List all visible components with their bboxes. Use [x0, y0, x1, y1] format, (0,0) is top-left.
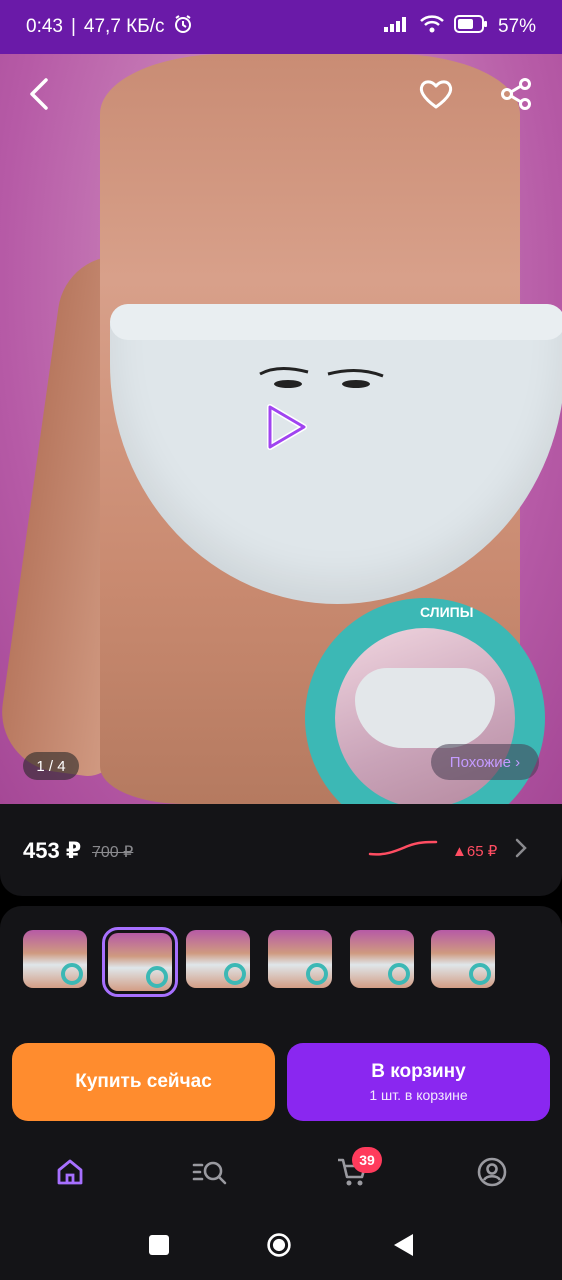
share-icon	[499, 77, 533, 116]
heart-icon	[418, 78, 454, 115]
status-time: 0:43	[26, 16, 63, 37]
badge-text: СЛИПЫ	[420, 604, 474, 620]
thumbnail[interactable]	[186, 930, 250, 988]
current-price: 453 ₽	[23, 838, 82, 863]
cart-count-badge: 39	[352, 1147, 382, 1173]
status-right: 57%	[383, 15, 536, 39]
image-counter: 1 / 4	[23, 752, 79, 780]
thumbnail-badge	[388, 963, 410, 985]
image-waistband	[110, 304, 562, 340]
home-icon	[55, 1157, 85, 1192]
battery-icon	[453, 15, 488, 39]
catalog-search-icon	[192, 1157, 228, 1192]
thumbnail-badge	[146, 966, 168, 988]
thumbnail[interactable]	[268, 930, 332, 988]
status-speed: 47,7 КБ/с	[83, 16, 165, 37]
status-separator: |	[70, 16, 76, 37]
thumbnail[interactable]	[23, 930, 87, 988]
profile-icon	[477, 1157, 507, 1192]
badge-brief	[355, 668, 495, 748]
battery-percent: 57%	[497, 16, 536, 37]
recents-icon[interactable]	[146, 1232, 172, 1258]
chevron-left-icon	[26, 77, 54, 116]
old-price: 700 ₽	[92, 844, 134, 861]
favorite-button[interactable]	[416, 76, 456, 116]
add-to-cart-label: В корзину	[371, 1061, 466, 1082]
add-to-cart-button[interactable]: В корзину 1 шт. в корзине	[287, 1043, 550, 1121]
thumbnail[interactable]	[431, 930, 495, 988]
chevron-right-icon[interactable]	[514, 838, 528, 864]
home-circle-icon[interactable]	[266, 1232, 292, 1258]
thumbnail-selected[interactable]	[102, 927, 178, 997]
status-bar: 0:43 | 47,7 КБ/с 57%	[0, 0, 562, 54]
alarm-icon	[173, 14, 193, 40]
status-left: 0:43 | 47,7 КБ/с	[26, 14, 193, 40]
similar-button[interactable]: Похожие ›	[431, 744, 539, 780]
back-button[interactable]	[20, 76, 60, 116]
play-icon[interactable]	[262, 403, 312, 453]
signal-icon	[383, 16, 410, 38]
price-trend-chart	[368, 840, 438, 856]
thumbnail-badge	[224, 963, 246, 985]
face-drawing	[259, 367, 384, 388]
nav-home[interactable]	[50, 1154, 90, 1194]
back-triangle-icon[interactable]	[390, 1232, 416, 1258]
wifi-icon	[420, 15, 444, 39]
nav-profile[interactable]	[472, 1154, 512, 1194]
price-delta: ▲65 ₽	[452, 843, 498, 860]
buy-now-button[interactable]: Купить сейчас	[12, 1043, 275, 1121]
thumbnail-badge	[306, 963, 328, 985]
thumbnail[interactable]	[350, 930, 414, 988]
share-button[interactable]	[496, 76, 536, 116]
nav-catalog[interactable]	[190, 1154, 230, 1194]
thumbnail-badge	[61, 963, 83, 985]
thumbnail-badge	[469, 963, 491, 985]
in-cart-label: 1 шт. в корзине	[369, 1087, 468, 1103]
